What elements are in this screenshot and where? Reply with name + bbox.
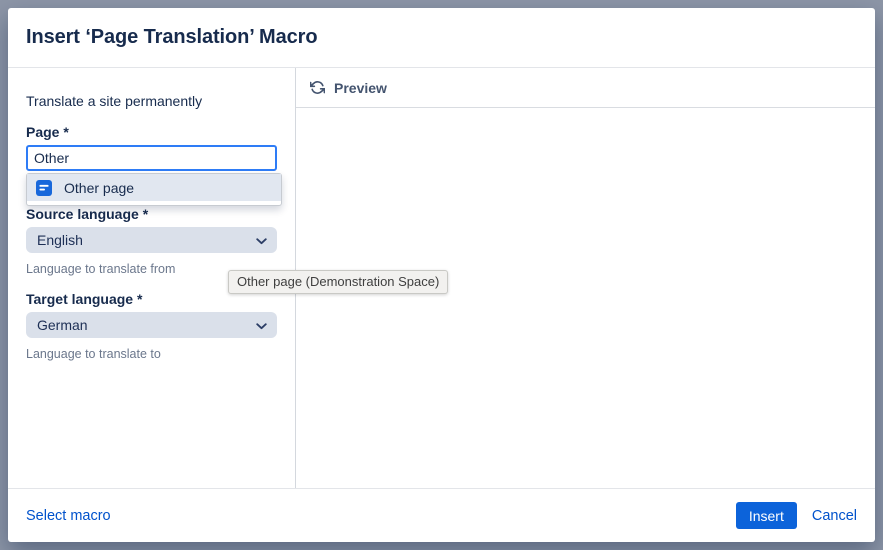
- page-combobox: Other page: [26, 145, 277, 171]
- insert-button[interactable]: Insert: [736, 502, 797, 529]
- page-tooltip: Other page (Demonstration Space): [228, 270, 448, 294]
- page-background: { "dialog": { "title": "Insert ‘Page Tra…: [0, 0, 883, 550]
- suggestion-item-label: Other page: [64, 180, 134, 196]
- preview-title: Preview: [334, 80, 387, 96]
- suggestion-item-other-page[interactable]: Other page: [27, 174, 281, 201]
- target-language-select[interactable]: German: [26, 312, 277, 338]
- dialog-title: Insert ‘Page Translation’ Macro: [26, 26, 317, 49]
- macro-dialog: Insert ‘Page Translation’ Macro Translat…: [8, 8, 875, 542]
- target-language-help: Language to translate to: [26, 347, 277, 361]
- dialog-body: Translate a site permanently Page * Ot: [8, 68, 875, 488]
- chevron-down-icon: [256, 317, 267, 333]
- page-field-label: Page *: [26, 124, 277, 140]
- chevron-down-icon: [256, 232, 267, 248]
- preview-header: Preview: [296, 68, 875, 108]
- macro-description: Translate a site permanently: [26, 93, 277, 109]
- select-macro-link[interactable]: Select macro: [26, 508, 111, 524]
- dialog-header: Insert ‘Page Translation’ Macro: [8, 8, 875, 68]
- page-suggestions-dropdown: Other page: [26, 173, 282, 206]
- target-language-value: German: [37, 317, 88, 333]
- source-language-select[interactable]: English: [26, 227, 277, 253]
- cancel-link[interactable]: Cancel: [812, 508, 857, 524]
- source-language-value: English: [37, 232, 83, 248]
- refresh-icon[interactable]: [310, 80, 325, 95]
- dialog-footer: Select macro Insert Cancel: [8, 488, 875, 542]
- page-icon: [36, 180, 52, 196]
- page-input[interactable]: [26, 145, 277, 171]
- source-language-label: Source language *: [26, 206, 277, 222]
